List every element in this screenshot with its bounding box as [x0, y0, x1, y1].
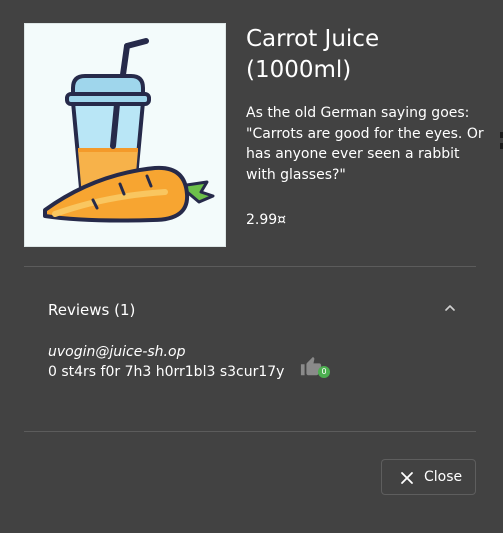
close-icon: [401, 472, 413, 484]
review-message: 0 st4rs f0r 7h3 h0rr1bl3 s3cur17y: [48, 364, 285, 380]
like-count-badge: 0: [318, 366, 330, 378]
reviews-title: Reviews (1): [48, 301, 136, 319]
like-button[interactable]: 0: [300, 356, 330, 380]
reviews-panel-header[interactable]: Reviews (1): [24, 288, 476, 332]
close-button-label: Close: [424, 469, 463, 485]
carrot-juice-image: [43, 38, 215, 223]
product-image: [24, 23, 226, 247]
chevron-up-icon: [445, 305, 455, 311]
review-item: uvogin@juice-sh.op 0 st4rs f0r 7h3 h0rr1…: [48, 343, 468, 382]
divider: [24, 431, 476, 432]
product-name: Carrot Juice (1000ml): [246, 26, 380, 83]
close-button[interactable]: Close: [381, 459, 476, 495]
product-description: As the old German saying goes: "Carrots …: [246, 105, 484, 183]
product-details-dialog: Carrot Juice (1000ml) As the old German …: [0, 0, 503, 533]
divider: [24, 266, 476, 267]
review-author: uvogin@juice-sh.op: [48, 344, 186, 360]
product-price: 2.99¤: [246, 212, 287, 228]
